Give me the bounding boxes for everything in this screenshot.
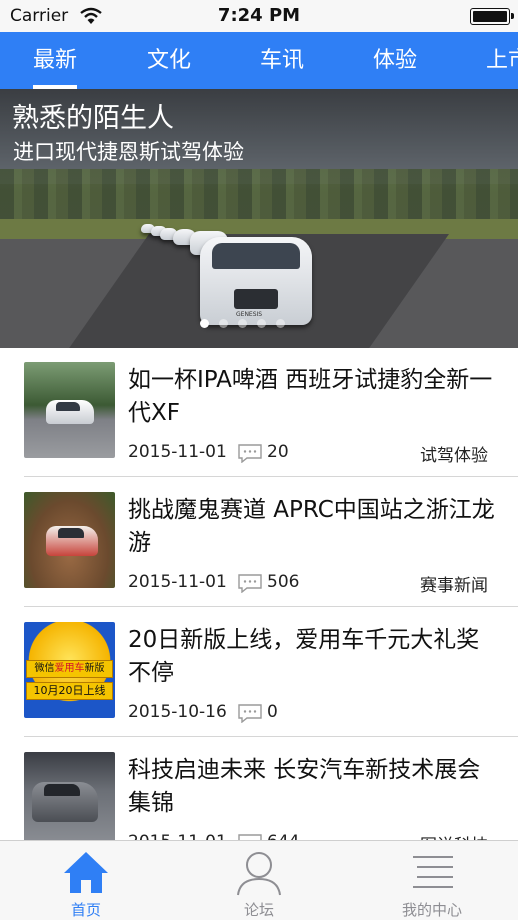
comment-count: 20 [267,442,289,462]
article-thumbnail [24,362,115,458]
hero-car-badge: GENESIS [236,311,263,318]
hero-car-lead: GENESIS [200,237,312,325]
category-tab-bar: 最新 文化 车讯 体验 上市 [0,32,518,89]
article-title[interactable]: 20日新版上线，爱用车千元大礼奖不停 [128,624,500,690]
home-icon [64,852,108,893]
list-divider [24,476,518,477]
list-item[interactable]: 挑战魔鬼赛道 APRC中国站之浙江龙游 2015-11-01 506 赛事新闻 [0,478,518,607]
tab-forum-label: 论坛 [243,901,274,919]
comment-icon [238,704,262,723]
article-date: 2015-11-01 [128,572,227,592]
hero-banner[interactable]: GENESIS 熟悉的陌生人 进口现代捷恩斯试驾体验 [0,89,518,348]
page-indicator[interactable] [200,319,285,328]
promo-text-brand: 爱用车 [54,663,85,674]
article-thumbnail: 微信爱用车新版 10月20日上线 [24,622,115,718]
article-meta: 2015-11-01 20 试驾体验 [128,440,488,466]
list-item[interactable]: 微信爱用车新版 10月20日上线 20日新版上线，爱用车千元大礼奖不停 2015… [0,608,518,737]
status-bar: Carrier 7:24 PM [0,0,518,32]
tab-home-label: 首页 [70,901,101,919]
page-dot[interactable] [276,319,285,328]
tab-my-center[interactable]: 我的中心 [346,841,518,920]
comment-icon [238,574,262,593]
tab-latest[interactable]: 最新 [33,32,78,89]
hero-subtitle: 进口现代捷恩斯试驾体验 [13,140,244,164]
page-dot[interactable] [200,319,209,328]
comment-icon [238,444,262,463]
tab-culture[interactable]: 文化 [147,32,191,89]
thumb-car-window [56,402,80,411]
hero-trees [0,169,518,219]
hero-car-windshield [212,243,300,269]
promo-text-newver: 新版 [84,663,105,674]
comment-count: 506 [267,572,300,592]
article-meta: 2015-11-01 506 赛事新闻 [128,570,488,596]
app-screen: Carrier 7:24 PM 最新 文化 车讯 体验 上市 GENE [0,0,518,920]
list-item[interactable]: 如一杯IPA啤酒 西班牙试捷豹全新一代XF 2015-11-01 20 试驾体验 [0,348,518,477]
person-icon [237,852,281,896]
thumb-showroom-window [44,784,80,796]
article-title[interactable]: 挑战魔鬼赛道 APRC中国站之浙江龙游 [128,494,500,560]
battery-icon [470,8,514,25]
article-date: 2015-10-16 [128,702,227,722]
hero-car-grille [234,289,278,309]
tab-car-news[interactable]: 车讯 [260,32,304,89]
promo-text-wechat: 微信 [34,663,55,674]
hero-title: 熟悉的陌生人 [12,103,174,134]
bottom-tab-bar: 首页 论坛 我的中心 [0,840,518,920]
menu-lines-icon [413,856,453,888]
page-dot[interactable] [219,319,228,328]
article-title[interactable]: 如一杯IPA啤酒 西班牙试捷豹全新一代XF [128,364,500,430]
tab-home[interactable]: 首页 [0,841,172,920]
list-divider [24,606,518,607]
tab-experience[interactable]: 体验 [373,32,417,89]
article-meta: 2015-10-16 0 [128,700,488,724]
thumb-promo-date: 10月20日上线 [26,682,113,700]
tab-forum[interactable]: 论坛 [173,841,345,920]
article-thumbnail [24,752,115,848]
thumb-rally-window [58,528,84,538]
article-category[interactable]: 试驾体验 [420,441,488,466]
tab-my-center-label: 我的中心 [401,901,462,919]
article-date: 2015-11-01 [128,442,227,462]
article-title[interactable]: 科技启迪未来 长安汽车新技术展会集锦 [128,754,500,820]
thumb-promo-banner: 微信爱用车新版 [26,660,113,678]
page-dot[interactable] [257,319,266,328]
tab-launch[interactable]: 上市 [486,32,518,89]
list-divider [24,736,518,737]
page-dot[interactable] [238,319,247,328]
article-thumbnail [24,492,115,588]
article-category[interactable]: 赛事新闻 [420,571,488,596]
comment-count: 0 [267,702,278,722]
clock: 7:24 PM [217,5,301,26]
